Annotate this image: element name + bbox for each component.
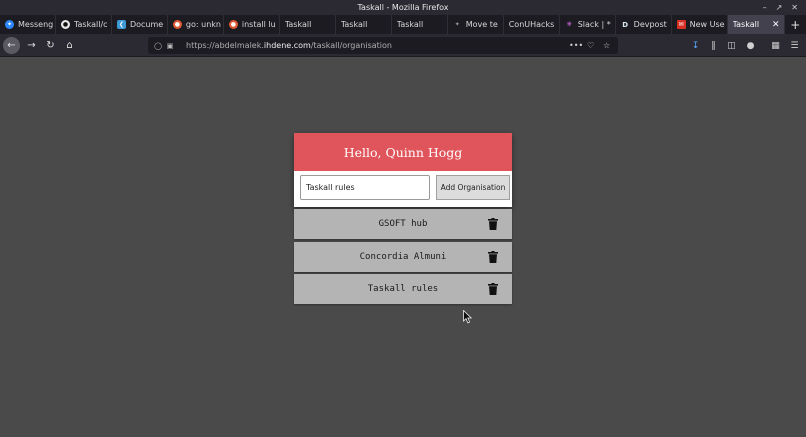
browser-tab[interactable]: ● Taskall/c	[56, 15, 112, 34]
browser-tab[interactable]: Taskall	[280, 15, 336, 34]
browser-tab[interactable]: ✦ Move te	[448, 15, 504, 34]
devpost-icon: D	[622, 20, 629, 29]
browser-tab[interactable]: ❋ Slack | *	[560, 15, 616, 34]
organisation-card: Hello, Quinn Hogg Add Organisation	[294, 133, 512, 207]
move-icon: ✦	[454, 21, 460, 28]
browser-tab[interactable]: ✦ Messeng	[0, 15, 56, 34]
vscode-icon: ❮	[116, 20, 126, 29]
browser-tab[interactable]: ConUHacks	[504, 15, 560, 34]
close-window-icon[interactable]: ✕	[791, 0, 798, 15]
tab-strip: ✦ Messeng ● Taskall/c ❮ Docume ● go: unkn ● i…	[0, 15, 806, 34]
organisation-name: GSOFT hub	[378, 219, 428, 229]
browser-tab[interactable]: D Devpost	[616, 15, 672, 34]
trash-icon[interactable]	[488, 218, 498, 230]
browser-tab[interactable]: ● install lu	[224, 15, 280, 34]
organisation-name: Concordia Almuni	[359, 251, 447, 262]
organisation-list: GSOFT hub Concordia Almuni Taskall rules	[294, 209, 512, 307]
download-icon[interactable]: ↧	[688, 38, 703, 53]
organisation-item[interactable]: Concordia Almuni	[294, 241, 512, 272]
browser-tab[interactable]: Taskall	[392, 15, 448, 34]
gmail-icon: ✉	[676, 20, 686, 29]
add-organisation-button[interactable]: Add Organisation	[436, 175, 510, 200]
minimize-icon[interactable]: –	[763, 0, 767, 15]
more-actions-icon[interactable]: •••	[569, 37, 583, 54]
new-tab-icon[interactable]: +	[785, 15, 806, 34]
pocket-icon[interactable]: ♡	[587, 37, 594, 54]
trash-icon[interactable]	[488, 250, 498, 263]
browser-tab[interactable]: Taskall	[336, 15, 392, 34]
account-icon[interactable]: ●	[743, 38, 758, 53]
messenger-icon: ✦	[5, 20, 14, 29]
bookmark-star-icon[interactable]: ☆	[603, 37, 610, 54]
organisation-name-input[interactable]	[300, 175, 430, 200]
browser-tab[interactable]: ● go: unkn	[168, 15, 224, 34]
duckduckgo-icon: ●	[228, 20, 238, 29]
library-icon[interactable]: ‖	[706, 38, 721, 53]
trash-icon[interactable]	[488, 283, 498, 295]
window-controls: – ↗ ✕	[763, 0, 798, 15]
window-titlebar: Taskall - Mozilla Firefox – ↗ ✕	[0, 0, 806, 15]
menu-icon[interactable]: ☰	[787, 38, 802, 53]
forward-icon[interactable]: →	[23, 37, 40, 54]
address-bar[interactable]: ◯ ▣ https://abdelmalek.ihdene.com/taskal…	[148, 37, 618, 54]
organisation-name: Taskall rules	[367, 284, 439, 294]
greeting-text: Hello, Quinn Hogg	[343, 144, 463, 160]
add-organisation-form: Add Organisation	[294, 171, 512, 207]
url-text: https://abdelmalek.ihdene.com/taskall/or…	[186, 41, 392, 50]
back-icon[interactable]: ←	[3, 37, 20, 54]
organisation-item[interactable]: GSOFT hub	[294, 209, 512, 239]
sidebar-icon[interactable]: ◫	[724, 38, 739, 53]
reload-icon[interactable]: ↻	[42, 37, 59, 54]
maximize-icon[interactable]: ↗	[776, 0, 783, 15]
browser-tab[interactable]: ✉ New Use	[672, 15, 728, 34]
nav-bar: ← → ↻ ⌂ ◯ ▣ https://abdelmalek.ihdene.co…	[0, 34, 806, 57]
browser-tab[interactable]: ❮ Docume	[112, 15, 168, 34]
github-icon: ●	[60, 20, 70, 29]
mouse-cursor-icon	[463, 310, 473, 324]
organisation-item[interactable]: Taskall rules	[294, 274, 512, 304]
greeting-header: Hello, Quinn Hogg	[294, 133, 512, 171]
shield-icon[interactable]: ◯	[152, 42, 164, 50]
extensions-icon[interactable]: ▦	[768, 38, 783, 53]
duckduckgo-icon: ●	[172, 20, 182, 29]
window-title: Taskall - Mozilla Firefox	[357, 3, 449, 12]
slack-icon: ❋	[566, 21, 572, 28]
browser-tab-active[interactable]: Taskall ✕	[727, 15, 785, 34]
close-tab-icon[interactable]: ✕	[772, 20, 780, 30]
lock-icon[interactable]: ▣	[164, 42, 176, 50]
home-icon[interactable]: ⌂	[61, 37, 78, 54]
